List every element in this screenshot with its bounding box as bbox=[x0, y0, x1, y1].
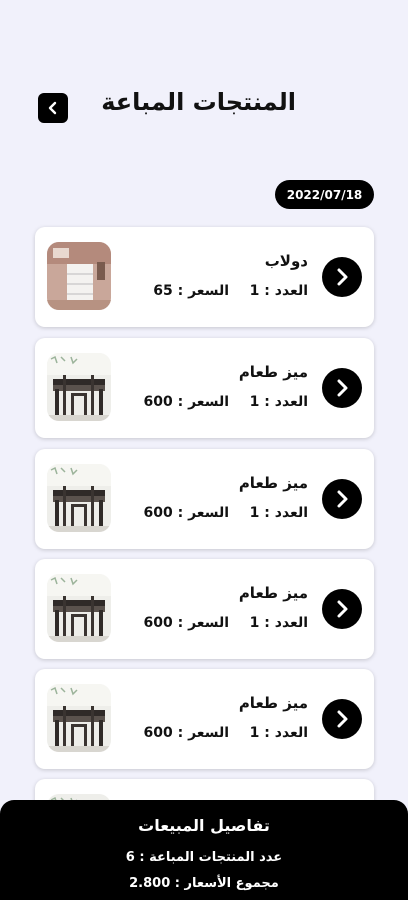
dining-table-thumbnail bbox=[47, 464, 111, 532]
item-quantity: العدد : 1 bbox=[249, 283, 308, 299]
item-name: ميز طعام bbox=[238, 694, 308, 712]
item-name: ميز طعام bbox=[238, 363, 308, 381]
total-price: مجموع الأسعار : 2.800 bbox=[129, 876, 279, 891]
item-price: السعر : 600 bbox=[143, 505, 230, 521]
item-price: السعر : 600 bbox=[143, 615, 230, 631]
item-quantity: العدد : 1 bbox=[249, 394, 308, 410]
dining-table-thumbnail bbox=[47, 684, 111, 752]
chevron-right-icon bbox=[337, 710, 348, 728]
item-quantity: العدد : 1 bbox=[249, 725, 308, 741]
list-item[interactable]: ميز طعام العدد : 1 السعر : 600 bbox=[35, 449, 374, 549]
item-details-button[interactable] bbox=[322, 479, 362, 519]
chevron-right-icon bbox=[337, 268, 348, 286]
item-quantity: العدد : 1 bbox=[249, 505, 308, 521]
chevron-right-icon bbox=[337, 379, 348, 397]
item-details-button[interactable] bbox=[322, 257, 362, 297]
back-button[interactable] bbox=[38, 93, 68, 123]
chevron-right-icon bbox=[337, 600, 348, 618]
app-header: المنتجات المباعة bbox=[0, 0, 408, 150]
date-badge[interactable]: 2022/07/18 bbox=[275, 180, 374, 209]
item-details-button[interactable] bbox=[322, 589, 362, 629]
sold-count: عدد المنتجات المباعة : 6 bbox=[125, 850, 283, 865]
page-title: المنتجات المباعة bbox=[101, 88, 296, 116]
item-name: دولاب bbox=[264, 252, 308, 270]
wardrobe-thumbnail bbox=[47, 242, 111, 310]
list-item[interactable]: دولاب العدد : 1 السعر : 65 bbox=[35, 227, 374, 327]
item-details-button[interactable] bbox=[322, 368, 362, 408]
chevron-right-icon bbox=[337, 490, 348, 508]
item-price: السعر : 600 bbox=[143, 725, 230, 741]
summary-title: تفاصيل المبيعات bbox=[138, 816, 270, 835]
item-details-button[interactable] bbox=[322, 699, 362, 739]
dining-table-thumbnail bbox=[47, 353, 111, 421]
sales-summary-panel: تفاصيل المبيعات عدد المنتجات المباعة : 6… bbox=[0, 800, 408, 900]
chevron-left-icon bbox=[48, 101, 57, 115]
item-price: السعر : 65 bbox=[153, 283, 229, 299]
list-item[interactable]: ميز طعام العدد : 1 السعر : 600 bbox=[35, 338, 374, 438]
item-price: السعر : 600 bbox=[143, 394, 230, 410]
list-item[interactable]: ميز طعام العدد : 1 السعر : 600 bbox=[35, 669, 374, 769]
dining-table-thumbnail bbox=[47, 574, 111, 642]
item-name: ميز طعام bbox=[238, 474, 308, 492]
list-item[interactable]: ميز طعام العدد : 1 السعر : 600 bbox=[35, 559, 374, 659]
item-name: ميز طعام bbox=[238, 584, 308, 602]
item-quantity: العدد : 1 bbox=[249, 615, 308, 631]
